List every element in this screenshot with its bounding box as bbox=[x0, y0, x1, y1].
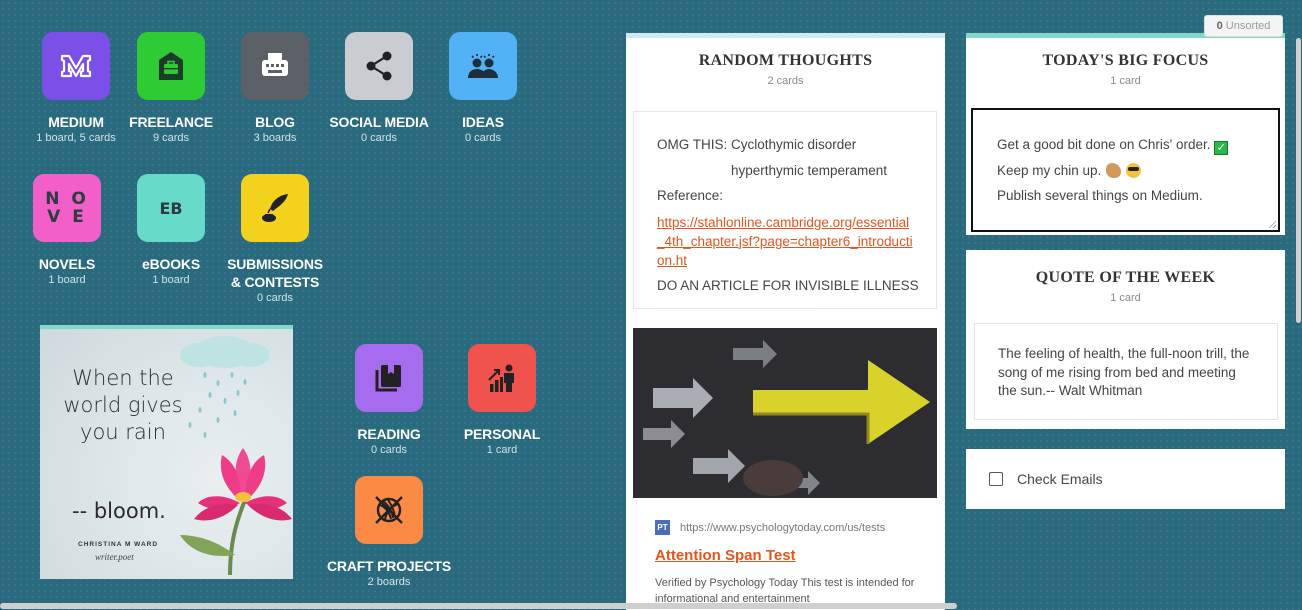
tile-count: 3 boards bbox=[253, 132, 297, 144]
ebooks-text-icon: EB bbox=[137, 174, 205, 242]
focus-line-text: Keep my chin up. bbox=[997, 162, 1102, 178]
arrows-illustration bbox=[633, 328, 937, 498]
psychology-today-favicon-icon: PT bbox=[655, 520, 670, 535]
focus-text-area[interactable]: Get a good bit done on Chris' order. ✓ K… bbox=[971, 108, 1280, 232]
unsorted-count: 0 bbox=[1216, 20, 1223, 32]
tile-social-media[interactable]: SOCIAL MEDIA 0 cards bbox=[329, 32, 429, 144]
column-title[interactable]: QUOTE OF THE WEEK bbox=[966, 269, 1285, 287]
tile-ebooks[interactable]: EB eBOOKS 1 board bbox=[121, 174, 221, 286]
unsorted-label: Unsorted bbox=[1225, 20, 1271, 32]
tile-medium[interactable]: MEDIUM 1 board, 5 cards bbox=[26, 32, 126, 144]
tile-count: 0 cards bbox=[256, 292, 294, 304]
note-line: OMG THIS: Cyclothymic disorder bbox=[657, 137, 857, 152]
column-count: 1 card bbox=[1110, 75, 1141, 87]
link-preview-image[interactable] bbox=[633, 328, 937, 498]
tile-name: CRAFT PROJECTS bbox=[327, 558, 451, 574]
yarn-icon bbox=[355, 476, 423, 544]
book-stack-icon bbox=[355, 344, 423, 412]
tile-name: BLOG bbox=[255, 114, 295, 130]
horizontal-scrollbar[interactable] bbox=[0, 603, 957, 609]
tile-craft-projects[interactable]: CRAFT PROJECTS 2 boards bbox=[327, 476, 451, 588]
novels-icon-line2: V E bbox=[47, 207, 87, 227]
focus-line: Keep my chin up. bbox=[997, 158, 1278, 184]
note-line: hyperthymic temperament bbox=[731, 162, 888, 178]
todo-checkbox[interactable] bbox=[989, 472, 1003, 486]
focus-line-text: Publish several things on Medium. bbox=[997, 188, 1203, 203]
column-count: 2 cards bbox=[767, 75, 804, 87]
tile-count: 0 cards bbox=[464, 132, 502, 144]
quote-image-card[interactable]: When the world gives you rain -- bloom. … bbox=[40, 325, 293, 579]
tile-name: MEDIUM bbox=[48, 114, 104, 130]
briefcase-house-icon bbox=[137, 32, 205, 100]
tile-name: READING bbox=[357, 426, 421, 442]
tile-name: PERSONAL bbox=[463, 426, 541, 442]
tile-count: 0 cards bbox=[370, 444, 408, 456]
tile-count: 1 board bbox=[152, 274, 190, 286]
column-title[interactable]: RANDOM THOUGHTS bbox=[626, 52, 945, 70]
tile-count: 2 boards bbox=[367, 576, 411, 588]
tile-name: FREELANCE bbox=[129, 114, 213, 130]
tile-count: 0 cards bbox=[360, 132, 398, 144]
note-line: Reference: bbox=[657, 188, 724, 203]
tile-freelance[interactable]: FREELANCE 9 cards bbox=[121, 32, 221, 144]
share-icon bbox=[345, 32, 413, 100]
column-quote-week: QUOTE OF THE WEEK 1 card The feeling of … bbox=[966, 250, 1285, 429]
focus-line-text: Get a good bit done on Chris' order. bbox=[997, 137, 1211, 152]
tile-submissions[interactable]: SUBMISSIONS & CONTESTS 0 cards bbox=[225, 174, 325, 304]
tile-reading[interactable]: READING 0 cards bbox=[339, 344, 439, 456]
check-mark-icon: ✓ bbox=[1214, 141, 1229, 155]
resize-handle-icon[interactable] bbox=[1268, 220, 1276, 228]
column-big-focus: TODAY'S BIG FOCUS 1 card Get a good bit … bbox=[966, 33, 1285, 235]
note-line: DO AN ARTICLE FOR INVISIBLE ILLNESS bbox=[657, 277, 919, 293]
tile-name: SUBMISSIONS & CONTESTS bbox=[227, 256, 323, 290]
tile-count: 1 board bbox=[48, 274, 86, 286]
ebooks-icon-label: EB bbox=[159, 198, 183, 218]
tile-count: 1 board, 5 cards bbox=[36, 132, 116, 144]
tile-name: IDEAS bbox=[462, 114, 504, 130]
tile-blog[interactable]: BLOG 3 boards bbox=[225, 32, 325, 144]
reference-link[interactable]: https://stahlonline.cambridge.org/essent… bbox=[657, 213, 915, 270]
tile-name: eBOOKS bbox=[142, 256, 200, 272]
novels-icon-line1: N O bbox=[45, 189, 89, 209]
tile-personal[interactable]: PERSONAL 1 card bbox=[452, 344, 552, 456]
novels-text-icon: N O V E bbox=[33, 174, 101, 242]
unsorted-button[interactable]: 0 Unsorted bbox=[1204, 15, 1283, 37]
typewriter-icon bbox=[241, 32, 309, 100]
tile-count: 9 cards bbox=[152, 132, 190, 144]
quote-image-bloom: -- bloom. bbox=[72, 499, 166, 523]
vertical-scrollbar[interactable] bbox=[1296, 38, 1301, 323]
sunglasses-face-icon bbox=[1125, 162, 1141, 178]
link-title[interactable]: Attention Span Test bbox=[655, 547, 915, 564]
quote-card[interactable]: The feeling of health, the full-noon tri… bbox=[974, 323, 1278, 420]
quill-inkwell-icon bbox=[241, 174, 309, 242]
focus-line: Get a good bit done on Chris' order. ✓ bbox=[997, 132, 1278, 158]
flexed-biceps-icon bbox=[1106, 162, 1122, 178]
link-url: https://www.psychologytoday.com/us/tests bbox=[680, 521, 886, 534]
note-divider: **************************************** bbox=[657, 306, 936, 308]
person-growth-icon bbox=[468, 344, 536, 412]
quote-image-tag: writer.poet bbox=[95, 552, 134, 562]
todo-item[interactable]: Check Emails bbox=[966, 449, 1285, 509]
tile-name: SOCIAL MEDIA bbox=[329, 114, 429, 130]
note-card[interactable]: OMG THIS: Cyclothymic disorder hyperthym… bbox=[633, 111, 937, 309]
quote-image-text: When the world gives you rain bbox=[63, 366, 183, 444]
medium-logo-icon bbox=[42, 32, 110, 100]
tile-ideas[interactable]: IDEAS 0 cards bbox=[433, 32, 533, 144]
todo-label: Check Emails bbox=[1017, 471, 1103, 487]
tile-novels[interactable]: N O V E NOVELS 1 board bbox=[17, 174, 117, 286]
quote-image-author: CHRISTINA M WARD bbox=[78, 541, 159, 548]
column-count: 1 card bbox=[1110, 292, 1141, 304]
tile-name: NOVELS bbox=[38, 256, 96, 272]
column-title[interactable]: TODAY'S BIG FOCUS bbox=[966, 52, 1285, 70]
tile-count: 1 card bbox=[486, 444, 518, 456]
people-idea-icon bbox=[449, 32, 517, 100]
column-random-thoughts: RANDOM THOUGHTS 2 cards OMG THIS: Cyclot… bbox=[626, 33, 945, 610]
link-preview-card[interactable]: PT https://www.psychologytoday.com/us/te… bbox=[633, 512, 937, 610]
